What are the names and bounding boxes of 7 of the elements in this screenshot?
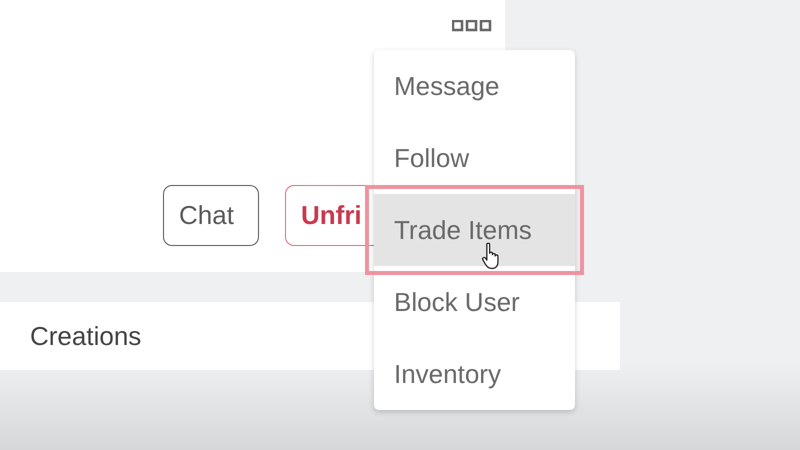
chat-button[interactable]: Chat (163, 185, 259, 246)
menu-item[interactable]: Inventory (374, 338, 575, 410)
more-icon[interactable] (452, 20, 492, 32)
hand-cursor-icon (482, 242, 500, 270)
section-title: Creations (30, 320, 142, 352)
menu-item[interactable]: Message (374, 50, 575, 122)
menu-item[interactable]: Block User (374, 266, 575, 338)
